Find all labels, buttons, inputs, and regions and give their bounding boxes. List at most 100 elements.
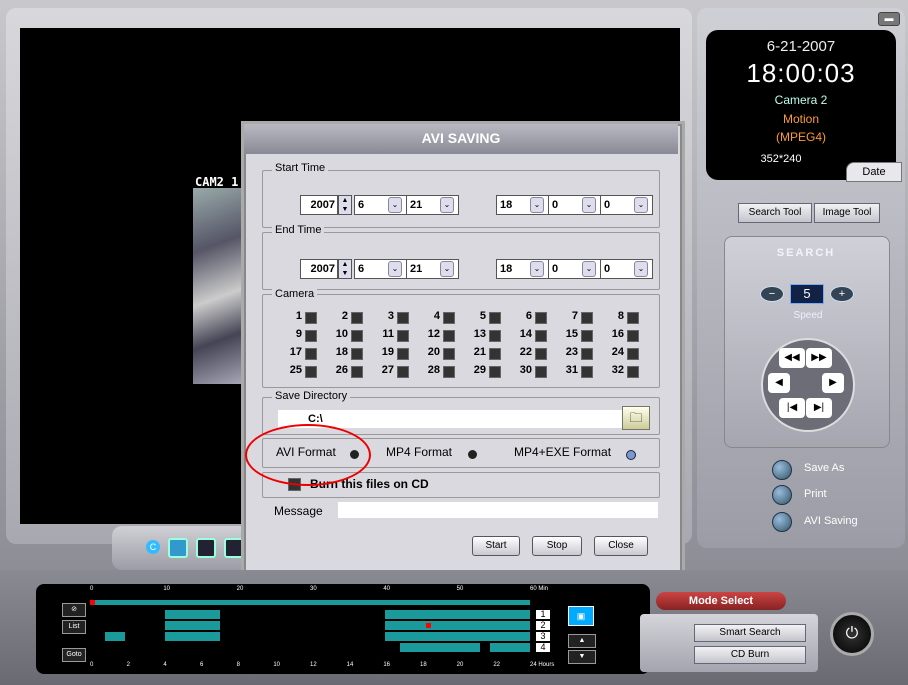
channel-down-icon[interactable]: ▼ xyxy=(568,650,596,664)
go-end-icon[interactable]: ▶| xyxy=(806,398,832,418)
camera-checkbox[interactable] xyxy=(581,348,593,360)
start-year-field[interactable]: 2007 xyxy=(300,195,338,215)
close-button[interactable]: Close xyxy=(594,536,648,556)
camera-checkbox-grid: 1 2 3 4 5 6 7 8 9 10 11 12 13 14 15 16 17 18 19 20 21 22 23 24 2… xyxy=(290,310,650,380)
search-tool-button[interactable]: Search Tool xyxy=(738,203,812,223)
camera-checkbox[interactable] xyxy=(627,366,639,378)
camera-checkbox[interactable] xyxy=(397,312,409,324)
dialog-title: AVI SAVING xyxy=(421,130,501,146)
camera-checkbox[interactable] xyxy=(489,348,501,360)
camera-checkbox[interactable] xyxy=(581,312,593,324)
camera-checkbox[interactable] xyxy=(305,348,317,360)
hour-tick-label: 0 xyxy=(90,662,94,668)
camera-checkbox[interactable] xyxy=(535,330,547,342)
quad-view-icon[interactable] xyxy=(196,538,216,558)
camera-checkbox[interactable] xyxy=(627,312,639,324)
chevron-down-icon[interactable]: ⌄ xyxy=(388,197,402,213)
channel-up-icon[interactable]: ▲ xyxy=(568,634,596,648)
camera-checkbox[interactable] xyxy=(535,312,547,324)
hour-tick-label: 8 xyxy=(236,662,240,668)
nine-view-icon[interactable] xyxy=(224,538,244,558)
list-button[interactable]: List xyxy=(62,620,86,634)
fast-forward-icon[interactable]: ▶▶ xyxy=(806,348,832,368)
camera-number-label: 7 xyxy=(571,310,578,322)
mp4-format-label[interactable]: MP4 Format xyxy=(386,445,452,459)
timeline-grid[interactable]: 0 10 20 30 40 50 60 Min 1 2 3 4 0 2 4 6 8 10 12 14 16 18 20 22… xyxy=(90,586,570,672)
hour-tick-label: 16 xyxy=(383,662,391,668)
power-icon[interactable]: ⏻ xyxy=(830,612,874,656)
chevron-down-icon[interactable]: ⌄ xyxy=(634,261,648,277)
chevron-down-icon[interactable]: ⌄ xyxy=(582,261,596,277)
camera-checkbox[interactable] xyxy=(489,366,501,378)
folder-icon[interactable]: 🗀 xyxy=(622,406,650,430)
timeline-start-marker xyxy=(90,600,95,605)
goto-button[interactable]: Goto xyxy=(62,648,86,662)
chevron-down-icon[interactable]: ⌄ xyxy=(440,197,454,213)
mode-select-button[interactable]: Mode Select xyxy=(656,592,786,610)
camera-checkbox[interactable] xyxy=(443,366,455,378)
chevron-down-icon[interactable]: ⌄ xyxy=(530,197,544,213)
camera-checkbox[interactable] xyxy=(305,330,317,342)
rewind-icon[interactable]: ◀◀ xyxy=(779,348,805,368)
camera-checkbox[interactable] xyxy=(489,312,501,324)
single-view-icon[interactable] xyxy=(168,538,188,558)
step-back-icon[interactable]: ◀ xyxy=(768,373,790,393)
step-forward-icon[interactable]: ▶ xyxy=(822,373,844,393)
camera-checkbox[interactable] xyxy=(489,330,501,342)
camera-checkbox[interactable] xyxy=(535,348,547,360)
camera-checkbox[interactable] xyxy=(305,366,317,378)
camera-number-label: 5 xyxy=(479,310,486,322)
stop-button[interactable]: Stop xyxy=(532,536,582,556)
speed-decrease-icon[interactable]: − xyxy=(760,286,784,302)
save-directory-field[interactable]: C:\ xyxy=(278,410,638,428)
camera-number-label: 11 xyxy=(382,328,394,340)
camera-checkbox[interactable] xyxy=(443,348,455,360)
chevron-down-icon[interactable]: ⌄ xyxy=(530,261,544,277)
date-tab[interactable]: Date xyxy=(846,162,902,182)
save-as-label[interactable]: Save As xyxy=(804,462,844,474)
camera-checkbox[interactable] xyxy=(397,348,409,360)
camera-checkbox[interactable] xyxy=(397,366,409,378)
end-year-spinner[interactable]: ▲ ▼ xyxy=(338,259,352,279)
camera-checkbox[interactable] xyxy=(351,330,363,342)
camera-checkbox[interactable] xyxy=(581,330,593,342)
avi-saving-icon[interactable] xyxy=(772,512,792,532)
camera-checkbox[interactable] xyxy=(535,366,547,378)
camera-checkbox[interactable] xyxy=(305,312,317,324)
chevron-down-icon[interactable]: ⌄ xyxy=(582,197,596,213)
timeline-recording-segment xyxy=(385,621,530,630)
camera-checkbox[interactable] xyxy=(581,366,593,378)
camera-checkbox[interactable] xyxy=(397,330,409,342)
chevron-down-icon[interactable]: ⌄ xyxy=(388,261,402,277)
camera-checkbox[interactable] xyxy=(627,330,639,342)
end-year-field[interactable]: 2007 xyxy=(300,259,338,279)
go-start-icon[interactable]: |◀ xyxy=(779,398,805,418)
camera-checkbox[interactable] xyxy=(443,312,455,324)
minimize-button[interactable]: ▬ xyxy=(878,12,900,26)
camera-checkbox[interactable] xyxy=(351,312,363,324)
mp4-exe-format-radio[interactable] xyxy=(626,450,636,460)
zoom-icon[interactable]: ⊘ xyxy=(62,603,86,617)
image-tool-button[interactable]: Image Tool xyxy=(814,203,880,223)
camera-icon[interactable]: ▣ xyxy=(568,606,594,626)
camera-number-label: 15 xyxy=(565,328,578,340)
chevron-down-icon[interactable]: ⌄ xyxy=(634,197,648,213)
smart-search-button[interactable]: Smart Search xyxy=(694,624,806,642)
print-label[interactable]: Print xyxy=(804,488,827,500)
camera-checkbox[interactable] xyxy=(443,330,455,342)
camera-checkbox[interactable] xyxy=(351,366,363,378)
avi-saving-label[interactable]: AVI Saving xyxy=(804,515,858,527)
cd-burn-button[interactable]: CD Burn xyxy=(694,646,806,664)
camera-checkbox[interactable] xyxy=(351,348,363,360)
start-year-spinner[interactable]: ▲ ▼ xyxy=(338,195,352,215)
search-title: SEARCH xyxy=(776,247,836,259)
start-button[interactable]: Start xyxy=(472,536,520,556)
print-icon[interactable] xyxy=(772,485,792,505)
chevron-down-icon[interactable]: ⌄ xyxy=(440,261,454,277)
save-as-icon[interactable] xyxy=(772,460,792,480)
camera-checkbox[interactable] xyxy=(627,348,639,360)
mp4-format-radio[interactable] xyxy=(468,450,477,459)
speed-increase-icon[interactable]: + xyxy=(830,286,854,302)
mp4-exe-format-label[interactable]: MP4+EXE Format xyxy=(514,445,611,459)
camera-cycle-icon[interactable]: C xyxy=(146,540,160,554)
